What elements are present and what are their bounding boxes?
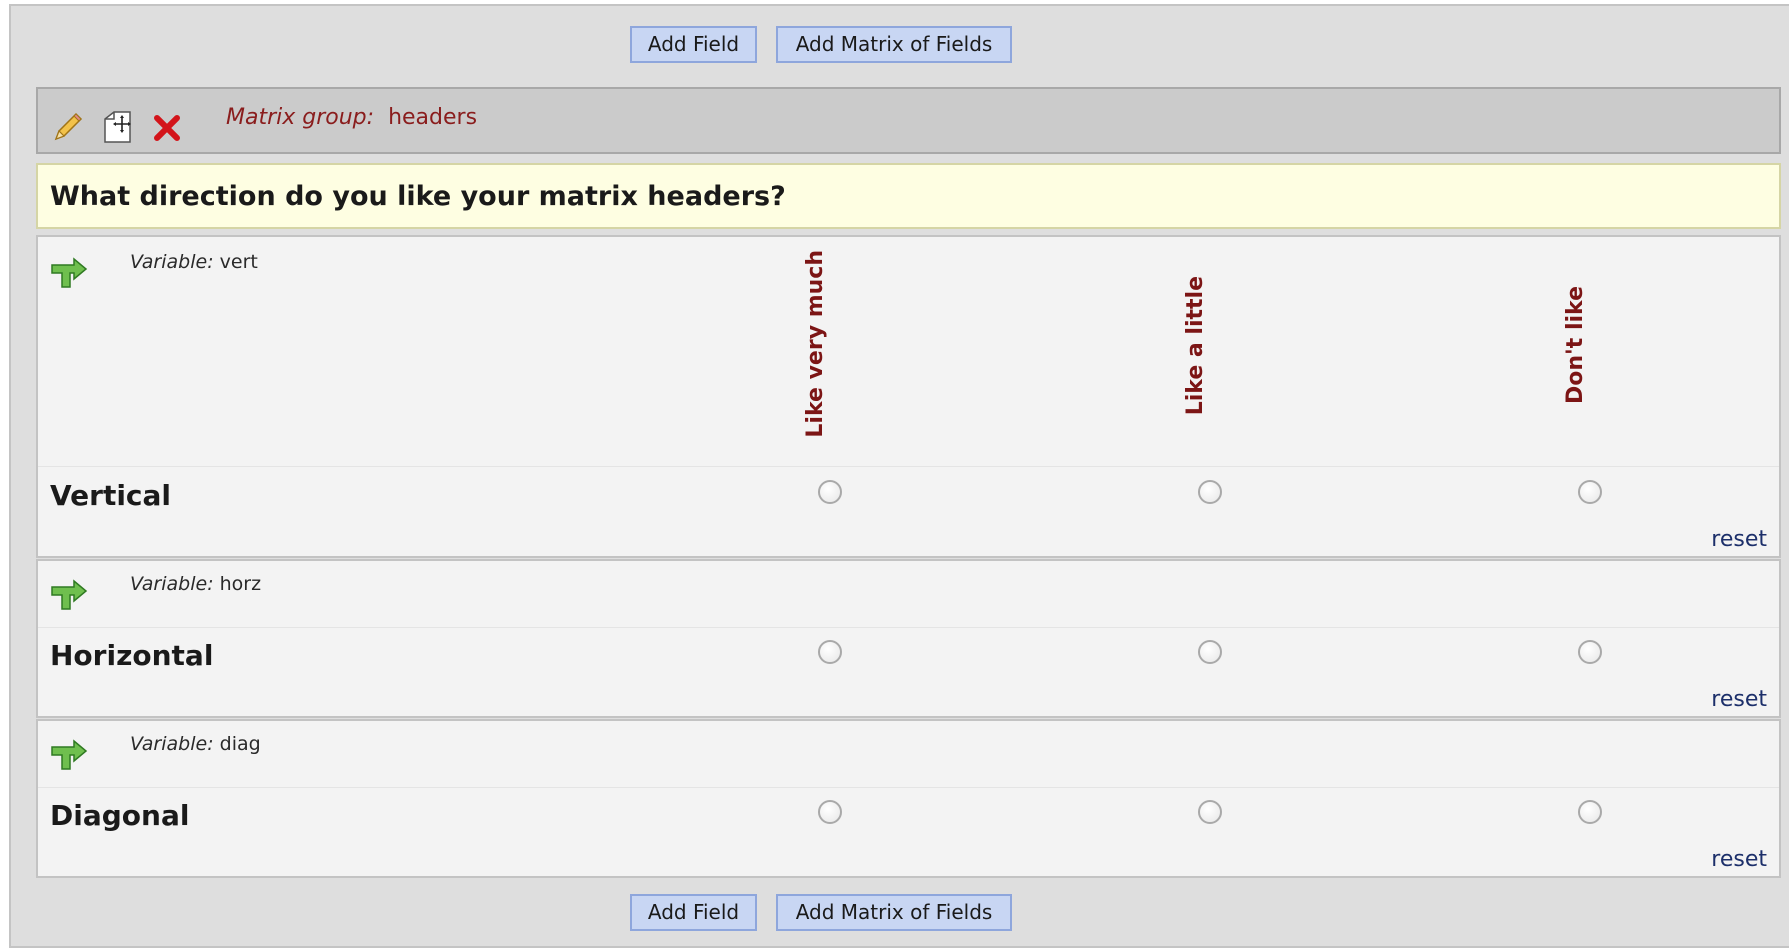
add-matrix-button[interactable]: Add Matrix of Fields [776,26,1012,63]
row-header-area [38,237,1779,467]
variable-name: diag [219,733,261,755]
radio-option-2[interactable] [1198,480,1222,504]
radio-option-1[interactable] [818,640,842,664]
pencil-icon[interactable] [50,111,84,149]
radio-option-3[interactable] [1578,800,1602,824]
reset-link[interactable]: reset [1711,687,1767,712]
branching-logic-icon[interactable] [50,257,88,291]
row-label: Vertical [50,479,172,512]
matrix-row-vert: Variable: vert Like very much Like a lit… [36,235,1781,558]
radio-option-1[interactable] [818,800,842,824]
radio-option-1[interactable] [818,480,842,504]
top-button-row: Add Field Add Matrix of Fields [11,26,1789,66]
bottom-button-row: Add Field Add Matrix of Fields [11,894,1789,934]
reset-link[interactable]: reset [1711,847,1767,872]
radio-option-2[interactable] [1198,800,1222,824]
matrix-row-horz: Variable: horz Horizontal reset [36,559,1781,718]
variable-name: vert [219,251,258,273]
row-header-area [38,721,1779,788]
radio-option-3[interactable] [1578,480,1602,504]
matrix-row-diag: Variable: diag Diagonal reset [36,719,1781,878]
variable-label: Variable: horz [130,573,262,595]
column-header-1: Like very much [803,250,828,438]
row-label: Diagonal [50,799,190,832]
column-header-2: Like a little [1183,276,1208,416]
delete-icon[interactable] [152,113,182,147]
question-text: What direction do you like your matrix h… [50,181,786,212]
radio-option-3[interactable] [1578,640,1602,664]
matrix-group-label: Matrix group: headers [226,105,477,130]
question-header: What direction do you like your matrix h… [36,163,1781,229]
move-icon[interactable] [100,109,136,149]
editor-frame: Add Field Add Matrix of Fields Matrix gr… [9,4,1789,948]
reset-link[interactable]: reset [1711,527,1767,552]
variable-name: horz [219,573,262,595]
variable-label: Variable: vert [130,251,258,273]
add-field-button-bottom[interactable]: Add Field [630,894,757,931]
branching-logic-icon[interactable] [50,739,88,773]
matrix-group-name: headers [388,105,478,130]
column-header-3: Don't like [1563,286,1588,404]
matrix-group-key: Matrix group: [226,105,375,130]
row-header-area [38,561,1779,628]
row-label: Horizontal [50,639,214,672]
branching-logic-icon[interactable] [50,579,88,613]
add-field-button[interactable]: Add Field [630,26,757,63]
add-matrix-button-bottom[interactable]: Add Matrix of Fields [776,894,1012,931]
matrix-group-bar: Matrix group: headers [36,87,1781,154]
variable-label: Variable: diag [130,733,261,755]
radio-option-2[interactable] [1198,640,1222,664]
